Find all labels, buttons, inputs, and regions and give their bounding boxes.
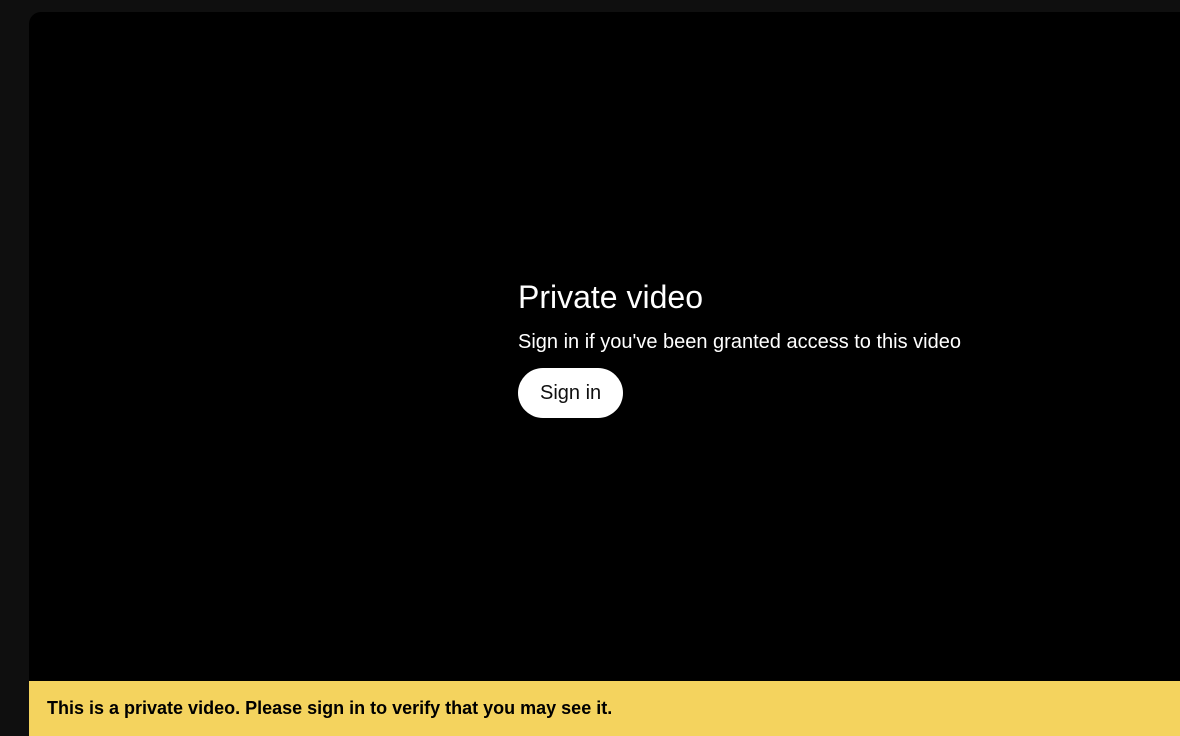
banner-message: This is a private video. Please sign in …	[47, 698, 613, 718]
video-player[interactable]: Private video Sign in if you've been gra…	[29, 12, 1180, 681]
page: Private video Sign in if you've been gra…	[0, 0, 1180, 736]
error-subtitle: Sign in if you've been granted access to…	[518, 331, 961, 353]
private-video-banner: This is a private video. Please sign in …	[29, 681, 1180, 736]
sign-in-button[interactable]: Sign in	[518, 368, 624, 418]
private-video-message: Private video Sign in if you've been gra…	[518, 278, 961, 418]
error-title: Private video	[518, 279, 703, 315]
